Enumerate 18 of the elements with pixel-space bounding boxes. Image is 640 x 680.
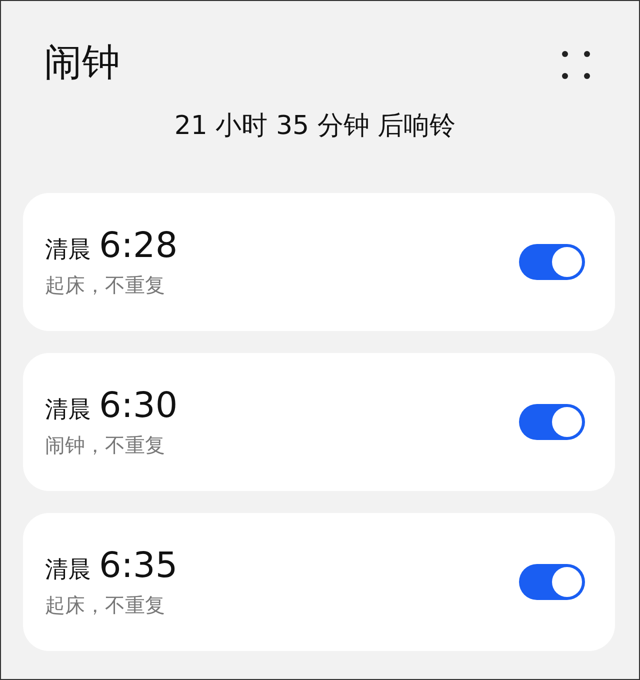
alarm-card[interactable]: 清晨 6:35 起床，不重复 [23, 513, 615, 651]
alarm-toggle[interactable] [519, 564, 585, 600]
alarm-note: 闹钟，不重复 [45, 432, 166, 458]
ring-countdown: 21 小时 35 分钟 后响铃 [174, 110, 456, 143]
alarm-period: 清晨 [45, 396, 91, 424]
alarm-card[interactable]: 清晨 6:30 闹钟，不重复 [23, 353, 615, 491]
alarm-time: 6:35 [99, 546, 178, 586]
alarm-card[interactable]: 清晨 6:28 起床，不重复 [23, 193, 615, 331]
alarm-period: 清晨 [45, 236, 91, 264]
alarm-toggle[interactable] [519, 244, 585, 280]
alarm-toggle[interactable] [519, 404, 585, 440]
more-menu-icon[interactable] [561, 50, 591, 80]
alarm-note: 起床，不重复 [45, 592, 166, 618]
alarm-time: 6:28 [99, 226, 178, 266]
page-title: 闹钟 [44, 39, 120, 86]
alarm-note: 起床，不重复 [45, 272, 166, 298]
alarm-period: 清晨 [45, 556, 91, 584]
alarm-time: 6:30 [99, 386, 178, 426]
